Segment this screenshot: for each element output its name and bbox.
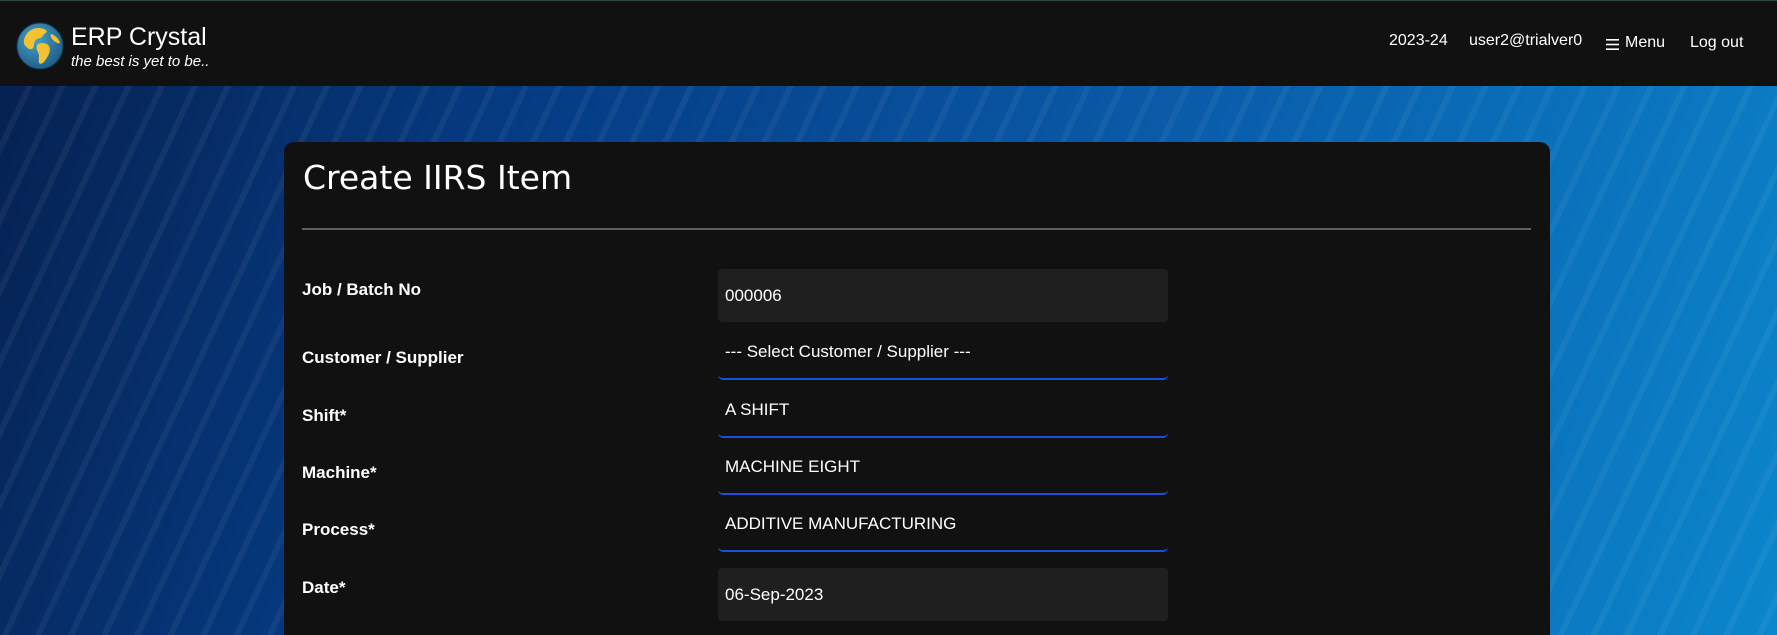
customer-supplier-select[interactable]: --- Select Customer / Supplier --- [718, 328, 1168, 380]
date-input[interactable]: 06-Sep-2023 [718, 568, 1168, 621]
page-title: Create IIRS Item [303, 158, 573, 197]
shift-label: Shift* [302, 406, 347, 425]
hamburger-icon [1606, 39, 1619, 50]
menu-button[interactable]: Menu [1606, 33, 1665, 53]
job-batch-input[interactable]: 000006 [718, 269, 1168, 322]
shift-select[interactable]: A SHIFT [718, 386, 1168, 438]
brand-title[interactable]: ERP Crystal [71, 23, 207, 51]
title-divider [302, 228, 1531, 230]
process-label: Process* [302, 520, 375, 539]
menu-label: Menu [1625, 34, 1666, 51]
form-panel: Create IIRS Item Job / Batch No 000006 C… [284, 142, 1550, 635]
top-navbar: ERP Crystal the best is yet to be.. 2023… [0, 0, 1777, 86]
brand-tagline: the best is yet to be.. [71, 53, 210, 70]
machine-select[interactable]: MACHINE EIGHT [718, 443, 1168, 495]
user-name[interactable]: user2@trialver0 [1469, 31, 1582, 51]
job-batch-label: Job / Batch No [302, 280, 422, 299]
financial-year[interactable]: 2023-24 [1389, 31, 1448, 51]
date-label: Date* [302, 578, 346, 597]
customer-supplier-label: Customer / Supplier [302, 348, 464, 367]
machine-label: Machine* [302, 463, 377, 482]
logout-button[interactable]: Log out [1690, 33, 1743, 53]
globe-icon[interactable] [16, 22, 64, 70]
process-select[interactable]: ADDITIVE MANUFACTURING [718, 500, 1168, 552]
